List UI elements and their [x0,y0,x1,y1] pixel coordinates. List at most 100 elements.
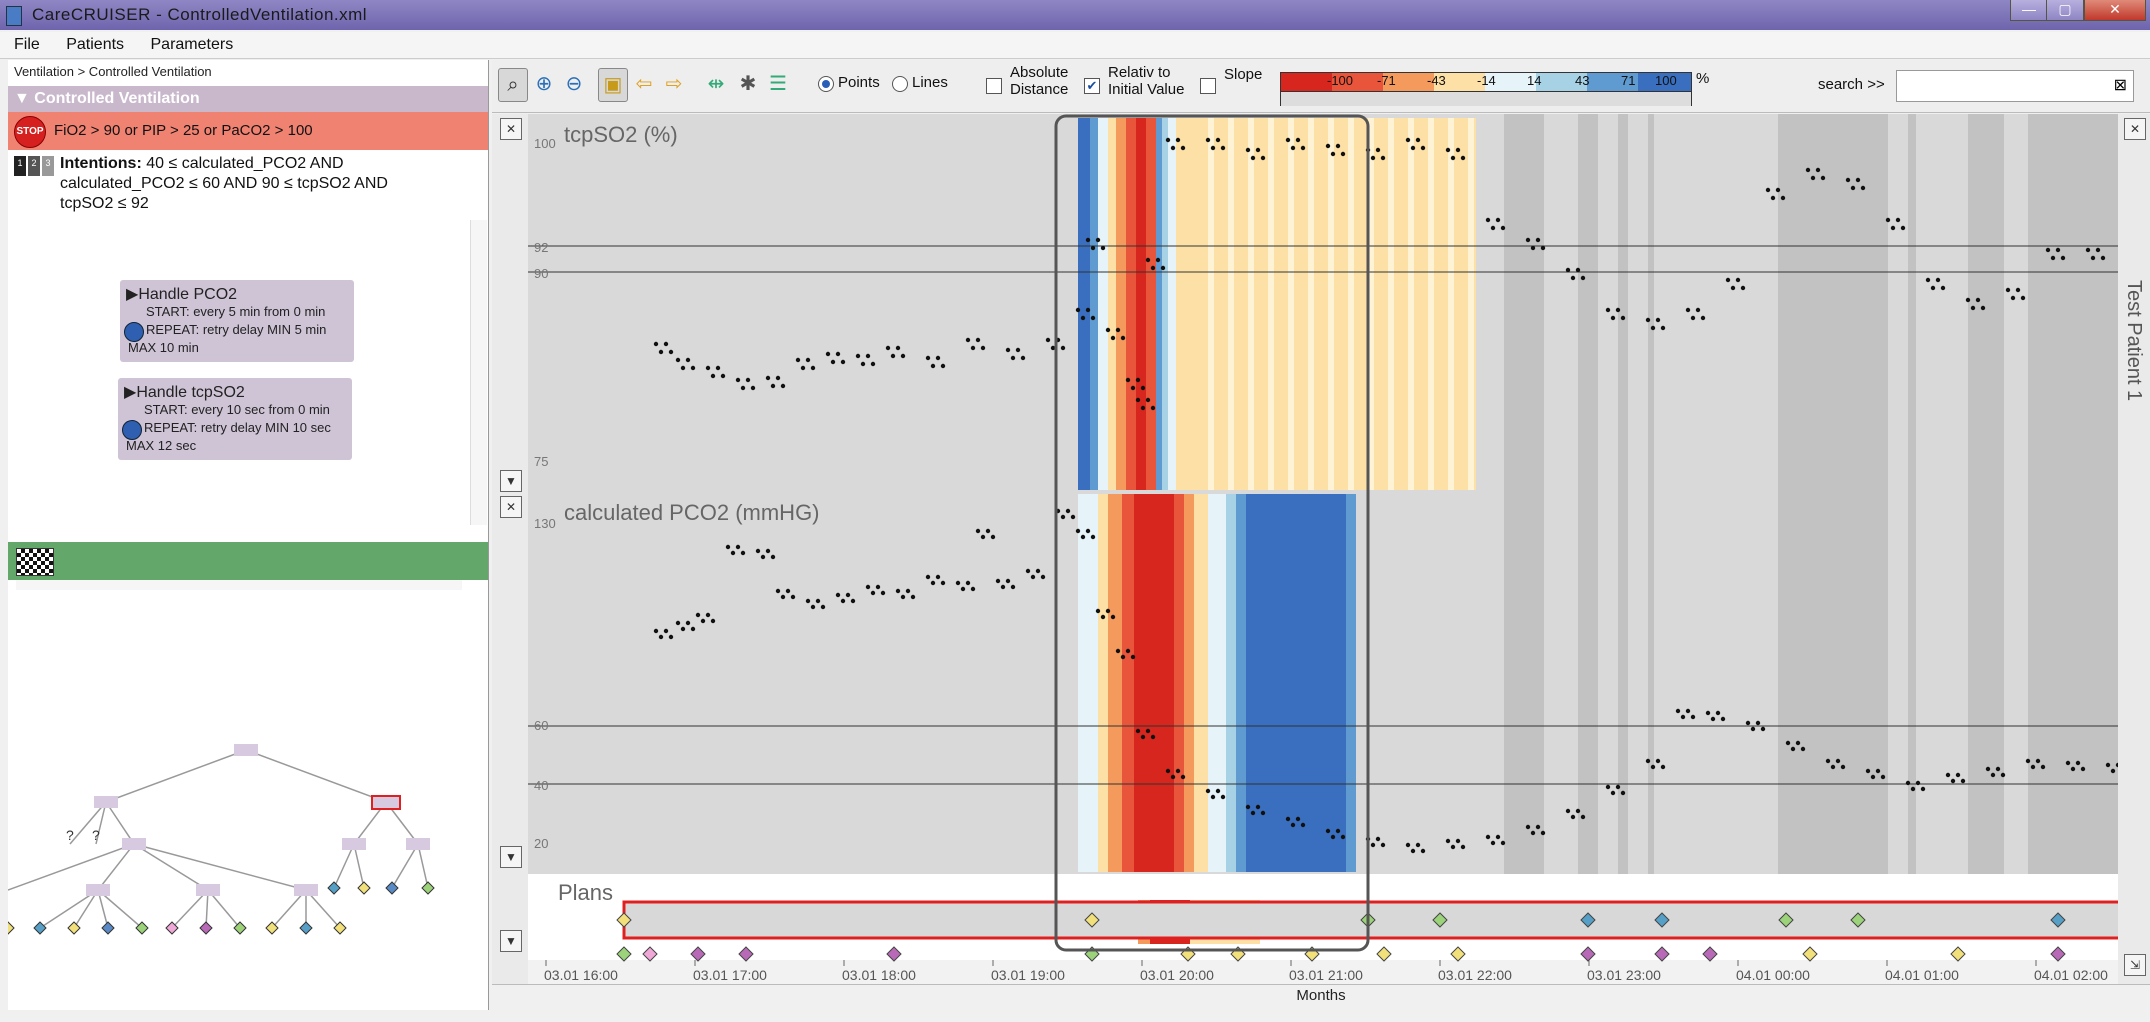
arrow-right-button[interactable]: ⇨ [660,68,688,100]
tcpso2-title: tcpSO2 (%) [564,122,678,147]
data-point [1135,377,1141,383]
tree-node[interactable] [86,884,110,896]
data-point [1105,608,1111,614]
close-window-button[interactable]: ✕ [2084,0,2146,21]
vertical-scrollbar[interactable] [470,220,487,525]
time-granularity-bar[interactable]: Months [492,984,2150,1007]
zoom-in-button[interactable]: ⊕ [530,68,558,100]
legend-tick: -43 [1427,73,1446,88]
deviation-band [1448,118,1454,490]
data-point [1100,614,1106,620]
collapse-panel-button[interactable]: ▼ [500,846,522,868]
data-point [1300,822,1306,828]
color-legend[interactable]: -100 -71 -43 -14 14 43 71 100 [1280,72,1692,106]
data-point [885,345,891,351]
deviation-band [1308,118,1314,490]
close-panel-button[interactable]: ✕ [500,118,522,140]
menu-parameters[interactable]: Parameters [137,32,242,54]
data-point [1610,790,1616,796]
plan-execution-bar[interactable] [622,900,2150,940]
data-point [1260,810,1266,816]
data-point [690,626,696,632]
data-point [1025,568,1031,574]
collapse-panel-button[interactable]: ▼ [500,470,522,492]
tree-node-active[interactable] [371,795,401,810]
section-header[interactable]: ▼ Controlled Ventilation [8,86,488,112]
plan-card-handle-pco2[interactable]: ▶Handle PCO2 START: every 5 min from 0 m… [120,280,354,362]
data-point [1170,145,1176,151]
distribute-button[interactable]: ✱ [734,68,762,100]
menu-file[interactable]: File [0,32,48,54]
zoom-out-button[interactable]: ⊖ [560,68,588,100]
arrow-left-button[interactable]: ⇦ [630,68,658,100]
tree-node[interactable] [406,838,430,850]
data-point [675,620,681,626]
data-point [1725,277,1731,283]
data-point [1710,716,1716,722]
tree-node[interactable] [234,744,258,756]
data-point [965,337,971,343]
points-radio[interactable] [818,76,834,92]
data-point [668,634,674,640]
data-gap-band [1578,114,1598,494]
sort-button[interactable]: ☰ [764,68,792,100]
tree-node[interactable] [122,838,146,850]
data-point [1825,758,1831,764]
data-point [2075,760,2081,766]
data-point [1685,708,1691,714]
finish-bar [8,542,488,580]
data-point [1620,790,1626,796]
tree-node[interactable] [342,838,366,850]
align-button[interactable]: ⇹ [702,68,730,100]
data-point [1210,145,1216,151]
absolute-distance-checkbox[interactable] [986,78,1002,94]
data-point [1685,307,1691,313]
search-input[interactable]: ⊠ [1896,70,2134,102]
data-point [1775,187,1781,193]
data-point [1300,145,1306,151]
time-series-chart[interactable]: tcpSO2 (%) calculated PCO2 (mmHG) Plans 100… [528,114,2150,994]
tree-node[interactable] [294,884,318,896]
deviation-band [1194,494,1208,872]
maximize-button[interactable]: ▢ [2046,0,2084,21]
data-point [1175,768,1181,774]
lines-radio[interactable] [892,76,908,92]
data-point [875,584,881,590]
data-gap-band [1504,114,1544,494]
data-point [1840,764,1846,770]
tree-node[interactable] [196,884,220,896]
data-point [1660,764,1666,770]
data-point [1740,285,1746,291]
tree-node[interactable] [94,796,118,808]
data-point [1090,245,1096,251]
data-point [910,594,916,600]
data-point [765,375,771,381]
lock-button[interactable]: ▣ [598,68,628,102]
deviation-band [1228,118,1234,490]
abort-condition-row[interactable]: STOP FiO2 > 90 or PIP > 25 or PaCO2 > 10… [8,112,488,150]
select-tool-button[interactable]: ⌕ [498,68,528,102]
data-point [2010,295,2016,301]
clear-search-icon[interactable]: ⊠ [2114,75,2127,95]
data-point [700,618,706,624]
data-point [1760,726,1766,732]
data-point [1975,297,1981,303]
plan-card-handle-tcpso2[interactable]: ▶Handle tcpSO2 START: every 10 sec from … [118,378,352,460]
deviation-band [1246,494,1346,872]
data-point [940,580,946,586]
data-point [765,548,771,554]
plan-repeat: REPEAT: retry delay MIN 10 sec [144,420,331,435]
relative-initial-checkbox[interactable]: ✔ [1084,78,1100,94]
menu-patients[interactable]: Patients [52,32,132,54]
data-point [1855,177,1861,183]
minimize-button[interactable]: — [2010,0,2048,21]
data-point [735,544,741,550]
slope-checkbox[interactable] [1200,78,1216,94]
data-point [1865,768,1871,774]
legend-range-slider[interactable] [1281,91,1691,106]
close-panel-button[interactable]: ✕ [2124,118,2146,140]
collapse-panel-button[interactable]: ▼ [500,930,522,952]
close-panel-button[interactable]: ✕ [500,496,522,518]
resize-corner-button[interactable]: ⇲ [2124,954,2146,976]
data-gap-band [1618,494,1628,874]
